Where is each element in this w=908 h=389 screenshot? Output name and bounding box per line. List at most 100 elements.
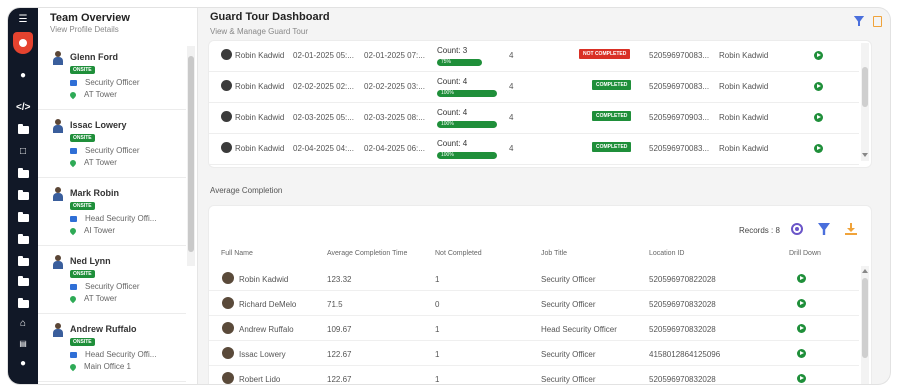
drill-down-icon[interactable] (797, 274, 806, 283)
folder-icon[interactable] (16, 124, 30, 136)
member-name: Issac Lowery (70, 120, 127, 130)
filter-icon[interactable] (854, 16, 864, 26)
folder-icon[interactable] (16, 168, 30, 180)
team-title: Team Overview (50, 12, 130, 24)
avatar (222, 322, 234, 334)
avatar (221, 49, 232, 60)
id-card-icon (70, 215, 77, 222)
drill-down-icon[interactable] (797, 349, 806, 358)
member-role: Security Officer (85, 78, 140, 87)
drill-down-icon[interactable] (797, 374, 806, 383)
folder-icon[interactable] (16, 234, 30, 246)
drill-down-icon[interactable] (797, 324, 806, 333)
table-row[interactable]: Andrew Ruffalo 109.67 1 Head Security Of… (209, 316, 859, 341)
avatar (222, 372, 234, 384)
progress-bar: 100% (437, 121, 497, 128)
scroll-down-icon[interactable] (862, 153, 868, 157)
column-header[interactable]: Location ID (649, 250, 684, 257)
drill-down-icon[interactable] (814, 82, 823, 91)
drill-down-icon[interactable] (814, 144, 823, 153)
table-row[interactable]: Robin Kadwid 02-01-2025 05:... 02-01-202… (209, 41, 859, 72)
member-card[interactable]: Mark Robin ONSITE Head Security Offi... … (38, 178, 186, 246)
member-name: Mark Robin (70, 188, 120, 198)
team-scrollbar[interactable] (187, 46, 195, 266)
code-icon[interactable]: </> (16, 102, 30, 114)
avatar (52, 255, 64, 269)
guard-tour-table: Robin Kadwid 02-01-2025 05:... 02-01-202… (208, 40, 872, 168)
member-role: Head Security Offi... (85, 214, 157, 223)
drill-down-icon[interactable] (814, 113, 823, 122)
person-icon[interactable]: ● (16, 358, 30, 370)
folder-icon[interactable] (16, 212, 30, 224)
avatar (222, 297, 234, 309)
status-badge: COMPLETED (592, 111, 632, 121)
column-header[interactable]: Drill Down (789, 250, 821, 257)
member-name: Glenn Ford (70, 52, 118, 62)
avatar (52, 119, 64, 133)
member-card[interactable]: Issac Lowery ONSITE Security Officer AT … (38, 110, 186, 178)
menu-icon[interactable]: ☰ (16, 14, 30, 26)
home-icon[interactable]: ⌂ (16, 318, 30, 330)
status-badge: ONSITE (70, 202, 95, 210)
avatar (222, 347, 234, 359)
location-pin-icon (68, 226, 78, 236)
target-icon[interactable] (791, 223, 803, 235)
scrollbar-thumb[interactable] (862, 278, 868, 358)
chart-icon[interactable]: ▤ (16, 338, 30, 350)
folder-icon[interactable] (16, 298, 30, 310)
status-badge: ONSITE (70, 134, 95, 142)
member-name: Ned Lynn (70, 256, 111, 266)
avatar-icon[interactable]: ● (16, 70, 30, 82)
member-card[interactable]: Andrew Ruffalo ONSITE Head Security Offi… (38, 314, 186, 382)
member-location: AT Tower (84, 90, 117, 99)
member-location: AT Tower (84, 158, 117, 167)
scroll-up-icon[interactable] (862, 269, 868, 273)
page-subtitle: View & Manage Guard Tour (210, 27, 308, 36)
average-table-scrollbar[interactable] (861, 266, 869, 384)
records-count: Records : 8 (739, 226, 780, 235)
avatar (221, 111, 232, 122)
member-role: Head Security Offi... (85, 350, 157, 359)
average-completion-table: Records : 8 Full Name Average Completion… (208, 205, 872, 384)
folder-icon[interactable] (16, 190, 30, 202)
member-location: Main Office 1 (84, 362, 131, 371)
scrollbar-thumb[interactable] (862, 67, 868, 107)
monitor-icon[interactable]: □ (16, 146, 30, 158)
member-card[interactable]: Glenn Ford ONSITE Security Officer AT To… (38, 42, 186, 110)
table-row[interactable]: Robin Kadwid 123.32 1 Security Officer 5… (209, 266, 859, 291)
filter-icon[interactable] (818, 223, 830, 235)
export-icon[interactable] (873, 16, 882, 27)
status-badge: NOT COMPLETED (579, 49, 631, 59)
column-header[interactable]: Full Name (221, 250, 253, 257)
id-card-icon (70, 283, 77, 290)
column-header[interactable]: Job Title (541, 250, 567, 257)
drill-down-icon[interactable] (797, 299, 806, 308)
table-row[interactable]: Robin Kadwid 02-04-2025 04:... 02-04-202… (209, 134, 859, 165)
team-subtitle: View Profile Details (50, 25, 119, 34)
page-title: Guard Tour Dashboard (210, 11, 330, 23)
table-row[interactable]: Issac Lowery 122.67 1 Security Officer 4… (209, 341, 859, 366)
progress-bar: 75% (437, 59, 482, 66)
scrollbar-thumb[interactable] (188, 56, 194, 252)
column-header[interactable]: Not Completed (435, 250, 482, 257)
tour-table-scrollbar[interactable] (861, 43, 869, 161)
dashboard-main: Guard Tour Dashboard View & Manage Guard… (198, 8, 890, 384)
progress-bar: 100% (437, 90, 497, 97)
shield-logo-icon (13, 32, 33, 54)
progress-bar: 100% (437, 152, 497, 159)
average-completion-title: Average Completion (210, 186, 283, 195)
member-card[interactable]: Ned Lynn ONSITE Security Officer AT Towe… (38, 246, 186, 314)
member-location: AI Tower (84, 226, 115, 235)
location-pin-icon (68, 294, 78, 304)
folder-icon[interactable] (16, 276, 30, 288)
folder-icon[interactable] (16, 256, 30, 268)
column-header[interactable]: Average Completion Time (327, 250, 407, 257)
table-row[interactable]: Robin Kadwid 02-02-2025 02:... 02-02-202… (209, 72, 859, 103)
table-row[interactable]: Robert Lido 122.67 1 Security Officer 52… (209, 366, 859, 384)
download-icon[interactable] (845, 223, 857, 235)
table-row[interactable]: Robin Kadwid 02-03-2025 05:... 02-03-202… (209, 103, 859, 134)
icon-rail: ☰ ● </> □ ⌂ ▤ ● (8, 8, 38, 384)
drill-down-icon[interactable] (814, 51, 823, 60)
member-name: Andrew Ruffalo (70, 324, 137, 334)
table-row[interactable]: Richard DeMelo 71.5 0 Security Officer 5… (209, 291, 859, 316)
